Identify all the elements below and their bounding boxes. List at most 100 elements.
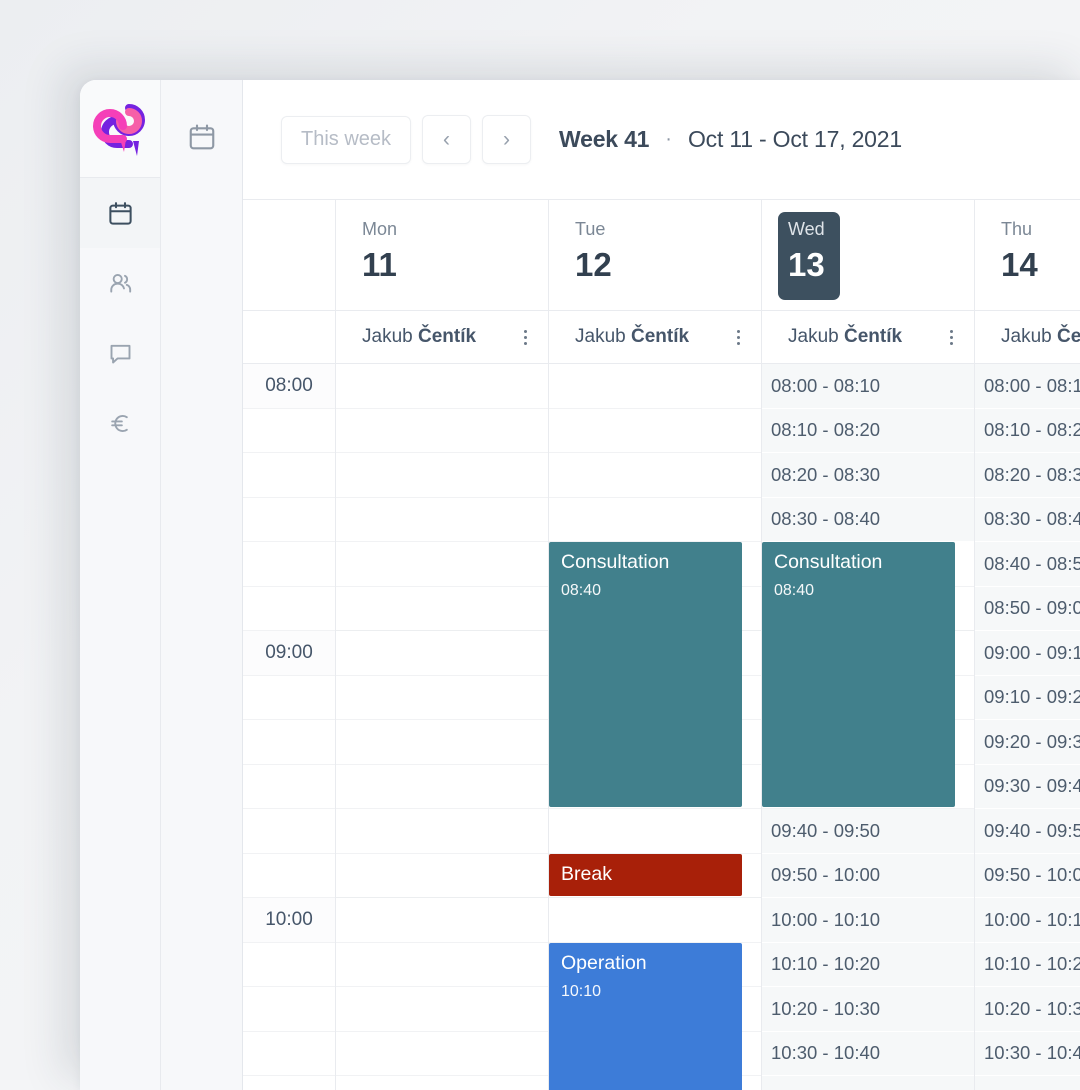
empty-slot[interactable] [336, 364, 548, 409]
available-slot[interactable]: 09:30 - 09:40 [975, 765, 1080, 810]
empty-slot[interactable] [336, 498, 548, 543]
calendar-icon [107, 200, 134, 227]
staff-menu-button[interactable] [729, 330, 747, 345]
available-slot[interactable]: 10:10 - 10:20 [762, 943, 974, 988]
slot-time-label: 09:30 - 09:40 [984, 775, 1080, 797]
empty-slot[interactable] [336, 987, 548, 1032]
time-slot-spacer [243, 587, 335, 632]
available-slot[interactable]: 10:40 - 10:50 [762, 1076, 974, 1090]
empty-slot[interactable] [336, 854, 548, 899]
primary-sidebar [80, 80, 161, 1090]
available-slot[interactable]: 09:40 - 09:50 [975, 809, 1080, 854]
calendar-event[interactable]: Break09:50 [549, 854, 742, 897]
available-slot[interactable]: 09:40 - 09:50 [762, 809, 974, 854]
staff-name-label: Jakub Čentík [1001, 326, 1080, 348]
staff-cell: Jakub Čentík [336, 311, 549, 363]
slot-time-label: 08:30 - 08:40 [771, 508, 880, 530]
empty-slot[interactable] [549, 453, 761, 498]
available-slot[interactable]: 10:00 - 10:10 [975, 898, 1080, 943]
empty-slot[interactable] [336, 676, 548, 721]
available-slot[interactable]: 10:30 - 10:40 [762, 1032, 974, 1077]
empty-slot[interactable] [336, 943, 548, 988]
empty-slot[interactable] [336, 409, 548, 454]
slot-time-label: 09:10 - 09:20 [984, 686, 1080, 708]
available-slot[interactable]: 09:20 - 09:30 [975, 720, 1080, 765]
calendar-event[interactable]: Consultation08:40 [762, 542, 955, 807]
available-slot[interactable]: 08:10 - 08:20 [762, 409, 974, 454]
slot-time-label: 10:00 - 10:10 [984, 909, 1080, 931]
empty-slot[interactable] [336, 898, 548, 943]
empty-slot[interactable] [336, 542, 548, 587]
available-slot[interactable]: 09:50 - 10:00 [975, 854, 1080, 899]
slot-time-label: 09:40 - 09:50 [984, 820, 1080, 842]
empty-slot[interactable] [549, 409, 761, 454]
available-slot[interactable]: 09:10 - 09:20 [975, 676, 1080, 721]
this-week-label: This week [301, 128, 391, 151]
event-title: Consultation [774, 552, 943, 573]
next-week-button[interactable]: › [482, 115, 531, 164]
app-window: This week ‹ › Week 41 · Oct 11 - Oct 17,… [80, 80, 1080, 1090]
available-slot[interactable]: 08:00 - 08:10 [975, 364, 1080, 409]
calendar-icon[interactable] [187, 122, 217, 157]
empty-slot[interactable] [549, 364, 761, 409]
available-slot[interactable]: 09:50 - 10:00 [762, 854, 974, 899]
time-axis-column: 08:0009:0010:00 [243, 364, 336, 1090]
available-slot[interactable]: 10:00 - 10:10 [762, 898, 974, 943]
previous-week-button[interactable]: ‹ [422, 115, 471, 164]
sidebar-item-messages[interactable] [80, 318, 160, 388]
slot-time-label: 10:10 - 10:20 [984, 953, 1080, 975]
available-slot[interactable]: 08:00 - 08:10 [762, 364, 974, 409]
time-slot-spacer [243, 453, 335, 498]
empty-slot[interactable] [549, 809, 761, 854]
available-slot[interactable]: 10:20 - 10:30 [762, 987, 974, 1032]
euro-icon [107, 410, 134, 437]
app-logo[interactable] [80, 80, 160, 178]
slot-time-label: 10:30 - 10:40 [984, 1042, 1080, 1064]
day-header-mon[interactable]: Mon11 [336, 200, 549, 310]
event-time: 08:40 [561, 582, 730, 600]
empty-slot[interactable] [549, 498, 761, 543]
slot-time-label: 09:50 - 10:00 [771, 864, 880, 886]
separator-dot: · [665, 128, 672, 151]
sidebar-item-calendar[interactable] [80, 178, 160, 248]
available-slot[interactable]: 09:00 - 09:10 [975, 631, 1080, 676]
staff-menu-button[interactable] [942, 330, 960, 345]
day-headers: Mon11Tue12Wed13Thu14 [336, 200, 1080, 310]
calendar-event[interactable]: Consultation 08:40 [549, 542, 742, 807]
time-slot-spacer [243, 809, 335, 854]
available-slot[interactable]: 10:40 - 10:50 [975, 1076, 1080, 1090]
empty-slot[interactable] [336, 631, 548, 676]
available-slot[interactable]: 10:10 - 10:20 [975, 943, 1080, 988]
empty-slot[interactable] [336, 1032, 548, 1077]
available-slot[interactable]: 08:30 - 08:40 [762, 498, 974, 543]
day-header-wed[interactable]: Wed13 [762, 200, 975, 310]
empty-slot[interactable] [336, 765, 548, 810]
empty-slot[interactable] [336, 1076, 548, 1090]
available-slot[interactable]: 10:20 - 10:30 [975, 987, 1080, 1032]
slot-time-label: 10:20 - 10:30 [984, 998, 1080, 1020]
this-week-button[interactable]: This week [281, 116, 411, 164]
available-slot[interactable]: 08:30 - 08:40 [975, 498, 1080, 543]
staff-menu-button[interactable] [516, 330, 534, 345]
calendar-event[interactable]: Operation10:10 [549, 943, 742, 1090]
available-slot[interactable]: 10:30 - 10:40 [975, 1032, 1080, 1077]
empty-slot[interactable] [336, 453, 548, 498]
day-of-week-label: Mon [362, 220, 548, 238]
available-slot[interactable]: 08:10 - 08:20 [975, 409, 1080, 454]
empty-slot[interactable] [336, 587, 548, 632]
available-slot[interactable]: 08:20 - 08:30 [975, 453, 1080, 498]
available-slot[interactable]: 08:20 - 08:30 [762, 453, 974, 498]
empty-slot[interactable] [336, 720, 548, 765]
day-header-tue[interactable]: Tue12 [549, 200, 762, 310]
slot-time-label: 09:20 - 09:30 [984, 731, 1080, 753]
available-slot[interactable]: 08:50 - 09:00 [975, 587, 1080, 632]
empty-slot[interactable] [336, 809, 548, 854]
empty-slot[interactable] [549, 898, 761, 943]
sidebar-item-billing[interactable] [80, 388, 160, 458]
event-title: Operation [561, 953, 730, 974]
event-title: Consultation [561, 552, 730, 573]
available-slot[interactable]: 08:40 - 08:50 [975, 542, 1080, 587]
staff-cell: Jakub Čentík [762, 311, 975, 363]
day-header-thu[interactable]: Thu14 [975, 200, 1080, 310]
sidebar-item-clients[interactable] [80, 248, 160, 318]
